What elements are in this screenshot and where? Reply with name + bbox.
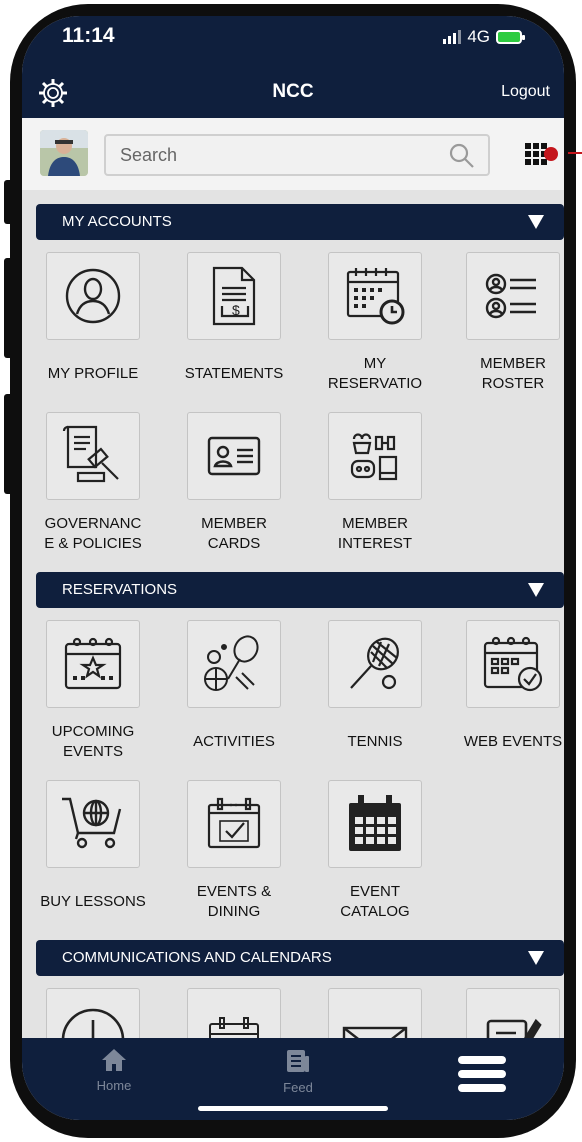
tile-event-catalog[interactable]: EVENT CATALOG — [304, 780, 446, 922]
tile-my-reservations[interactable]: MY RESERVATIO — [304, 252, 446, 394]
nav-feed-label: Feed — [283, 1080, 313, 1095]
section-title: COMMUNICATIONS AND CALENDARS — [62, 949, 332, 966]
tile-label: MEMBER CARDS — [201, 515, 267, 552]
calendar-tick-icon — [207, 797, 261, 849]
statement-icon: $ — [212, 266, 256, 326]
nav-feed[interactable]: Feed — [258, 1048, 338, 1095]
tile-member-interest[interactable]: MEMBER INTEREST — [304, 412, 446, 554]
hamburger-menu-icon[interactable] — [458, 1056, 508, 1092]
calendar-clock-icon — [346, 268, 405, 325]
tile-label: MEMBER INTEREST — [337, 515, 413, 552]
profile-icon — [65, 268, 121, 324]
tile-my-profile[interactable]: MY PROFILE — [22, 252, 164, 384]
tile-events-dining[interactable]: EVENTS & DINING — [163, 780, 305, 922]
search-input[interactable] — [106, 136, 426, 174]
side-button — [4, 180, 16, 224]
section-my-accounts[interactable]: MY ACCOUNTS — [36, 204, 564, 240]
sports-icon — [204, 635, 259, 691]
tile-label: UPCOMING EVENTS — [51, 723, 135, 760]
section-title: RESERVATIONS — [62, 581, 178, 598]
feed-icon — [287, 1050, 309, 1072]
tile-tennis[interactable]: TENNIS — [304, 620, 446, 752]
collapse-triangle-icon — [528, 951, 544, 965]
search-icon[interactable] — [448, 142, 476, 170]
tile-label: EVENT CATALOG — [340, 883, 410, 920]
home-icon — [102, 1049, 126, 1071]
calendar-star-icon — [64, 637, 122, 690]
tile-member-roster[interactable]: MEMBER ROSTER — [442, 252, 564, 394]
tile-label: WEB EVENTS — [463, 733, 563, 750]
status-time: 11:14 — [62, 24, 115, 47]
status-indicators: 4G — [443, 27, 525, 47]
id-card-icon — [207, 436, 261, 476]
volume-down-button — [4, 394, 16, 494]
svg-text:$: $ — [232, 302, 240, 318]
section-title: MY ACCOUNTS — [62, 213, 172, 230]
search-field — [104, 134, 490, 176]
tile-statements[interactable]: $ STATEMENTS — [163, 252, 305, 384]
tile-label: MY PROFILE — [47, 365, 139, 382]
notification-dot — [544, 147, 558, 161]
app-title: NCC — [272, 81, 314, 102]
avatar[interactable] — [40, 130, 88, 176]
pointer-line — [568, 152, 582, 154]
calendar-check-icon — [483, 636, 543, 692]
gavel-icon — [62, 425, 119, 483]
tile-label: GOVERNANC E & POLICIES — [44, 515, 142, 552]
tile-web-events[interactable]: WEB EVENTS — [442, 620, 564, 752]
tile-label: MY RESERVATIO — [327, 355, 423, 392]
tile-activities[interactable]: ACTIVITIES — [163, 620, 305, 752]
app-screen: 11:14 4G NCC Logout Search MY ACCOUNTS M… — [22, 16, 564, 1120]
home-indicator — [198, 1106, 388, 1111]
interests-icon — [350, 433, 398, 481]
section-reservations[interactable]: RESERVATIONS — [36, 572, 564, 608]
tile-label: TENNIS — [347, 733, 403, 750]
roster-icon — [485, 273, 536, 319]
tile-member-cards[interactable]: MEMBER CARDS — [163, 412, 305, 554]
app-header: 11:14 4G NCC Logout — [22, 16, 564, 118]
nav-home-label: Home — [96, 1078, 132, 1093]
tile-upcoming-events[interactable]: UPCOMING EVENTS — [22, 620, 164, 762]
tile-label: BUY LESSONS — [40, 893, 146, 910]
tile-label: MEMBER ROSTER — [480, 355, 546, 392]
tile-label: ACTIVITIES — [193, 733, 275, 750]
collapse-triangle-icon — [528, 583, 544, 597]
tile-label: EVENTS & DINING — [196, 883, 272, 920]
tile-label: STATEMENTS — [184, 365, 284, 382]
cart-globe-icon — [62, 797, 122, 849]
signal-icon — [443, 30, 462, 44]
tennis-icon — [350, 637, 399, 690]
nav-home[interactable]: Home — [74, 1048, 154, 1093]
network-type: 4G — [467, 27, 490, 46]
logout-button[interactable]: Logout — [501, 83, 550, 101]
battery-icon — [496, 30, 525, 44]
tile-buy-lessons[interactable]: BUY LESSONS — [22, 780, 164, 912]
collapse-triangle-icon — [528, 215, 544, 229]
section-communications[interactable]: COMMUNICATIONS AND CALENDARS — [36, 940, 564, 976]
tile-governance[interactable]: GOVERNANC E & POLICIES — [22, 412, 164, 554]
search-row — [22, 118, 564, 190]
calendar-grid-icon — [349, 795, 401, 851]
volume-up-button — [4, 258, 16, 358]
